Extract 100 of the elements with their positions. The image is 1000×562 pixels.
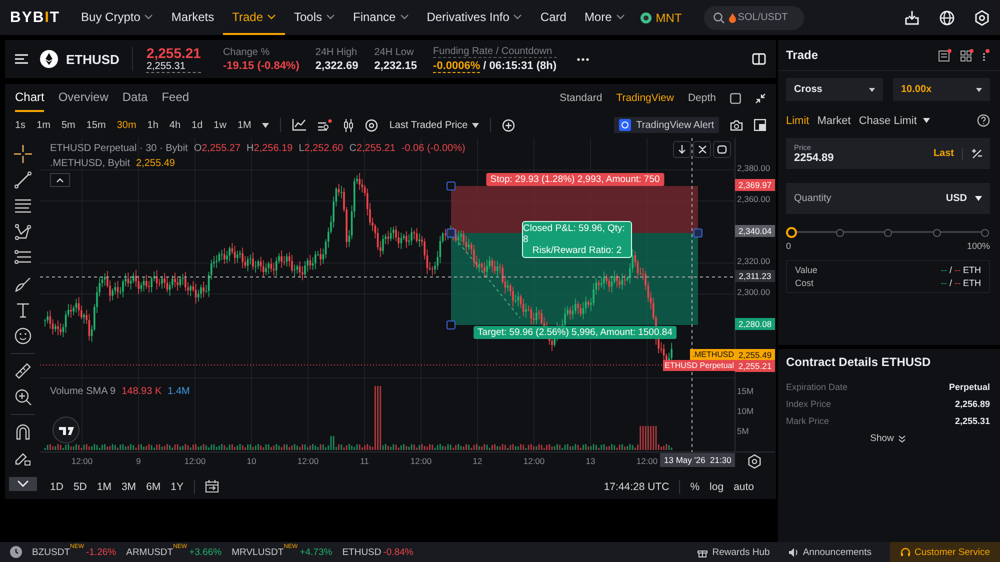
footer-link[interactable]: Rewards Hub	[712, 546, 770, 558]
interval-button[interactable]: 1d	[192, 120, 203, 130]
range-button[interactable]: 6M	[146, 480, 161, 492]
interval-button[interactable]: 1s	[15, 120, 26, 130]
range-button[interactable]: 1M	[96, 480, 112, 492]
globe-icon[interactable]	[939, 10, 955, 26]
symbol-name[interactable]: ETHUSD	[66, 52, 120, 66]
kebab-menu-icon[interactable]	[982, 48, 990, 62]
indicators-icon[interactable]	[317, 118, 332, 132]
crosshair-icon[interactable]	[14, 145, 32, 163]
range-button[interactable]: 5D	[73, 480, 87, 492]
margin-mode-select[interactable]: Cross	[786, 78, 883, 101]
nav-menu-item[interactable]: Buy Crypto	[72, 0, 162, 35]
handle-icon[interactable]	[446, 182, 456, 190]
collapse-legend-button[interactable]	[50, 173, 70, 187]
leverage-select[interactable]: 10.00x	[893, 78, 990, 101]
price-source-dropdown[interactable]: Last Traded Price	[389, 120, 479, 130]
ticker-symbol[interactable]: ETHUSD	[342, 546, 382, 558]
interval-button[interactable]: 1M	[237, 120, 252, 130]
chart-tab[interactable]: Overview	[58, 84, 108, 112]
pattern-icon[interactable]	[14, 223, 32, 241]
interval-button[interactable]: 1w	[214, 120, 226, 130]
calendar-icon[interactable]	[204, 480, 218, 493]
candles-icon[interactable]	[343, 118, 354, 132]
more-icon[interactable]	[576, 58, 589, 60]
settings-icon[interactable]	[747, 454, 762, 469]
caret-icon[interactable]	[262, 122, 270, 128]
interval-button[interactable]: 4h	[169, 120, 181, 130]
chart-tab[interactable]: Feed	[162, 84, 190, 112]
range-button[interactable]: 1D	[50, 480, 64, 492]
customer-service-button[interactable]: Customer Service	[890, 542, 1000, 562]
view-tab[interactable]: TradingView	[616, 92, 674, 104]
position-risk-zone[interactable]	[451, 186, 698, 233]
interval-button[interactable]: 30m	[116, 120, 136, 130]
nav-menu-item[interactable]: Trade	[223, 0, 285, 35]
scale-option[interactable]: log	[710, 480, 724, 492]
handle-icon[interactable]	[446, 228, 456, 238]
download-icon[interactable]	[904, 10, 920, 26]
menu-icon[interactable]	[15, 54, 28, 64]
nav-menu-item[interactable]: Finance	[344, 0, 418, 35]
token-link[interactable]: MNT	[656, 10, 682, 24]
search-field[interactable]: SOL/USDT	[704, 6, 804, 30]
horizontal-lines-icon[interactable]	[14, 197, 32, 215]
unit-select[interactable]: USD	[946, 193, 967, 204]
chart-logo-icon[interactable]	[52, 416, 80, 444]
smiley-icon[interactable]	[14, 327, 32, 345]
interval-button[interactable]: 1m	[36, 120, 50, 130]
last-price-link[interactable]: Last	[933, 148, 954, 159]
brush-icon[interactable]	[14, 275, 32, 293]
checkbox-icon[interactable]	[730, 92, 741, 104]
ticker-symbol[interactable]: ARMUSDT	[126, 546, 174, 558]
ticker-symbol[interactable]: MRVLUSDT	[232, 546, 284, 558]
show-more-button[interactable]: Show	[870, 433, 906, 444]
logo[interactable]: BYBIT	[10, 9, 60, 26]
interval-button[interactable]: 15m	[86, 120, 106, 130]
ruler-icon[interactable]	[14, 362, 32, 380]
scale-option[interactable]: auto	[734, 480, 754, 492]
layout-icon[interactable]	[754, 119, 766, 131]
collapse-toolbar-button[interactable]	[8, 477, 36, 491]
zoom-icon[interactable]	[14, 388, 32, 406]
collapse-button[interactable]	[693, 141, 711, 158]
magnet-icon[interactable]	[14, 423, 32, 441]
nav-menu-item[interactable]: Derivatives Info	[418, 0, 532, 35]
nav-menu-item[interactable]: More	[575, 0, 634, 35]
help-icon[interactable]	[977, 114, 990, 127]
view-tab[interactable]: Depth	[688, 92, 716, 104]
caret-icon[interactable]	[975, 196, 982, 201]
collapse-icon[interactable]	[755, 92, 766, 104]
interval-button[interactable]: 1h	[147, 120, 158, 130]
trend-line-icon[interactable]	[14, 171, 32, 189]
reset-view-button[interactable]	[713, 141, 731, 158]
target-icon[interactable]	[365, 118, 378, 132]
order-type-tab[interactable]: Chase Limit	[858, 114, 930, 126]
range-button[interactable]: 3M	[121, 480, 136, 492]
scale-option[interactable]: %	[690, 480, 700, 492]
ticker-symbol[interactable]: BZUSDT	[32, 546, 70, 558]
range-button[interactable]: 1Y	[170, 480, 184, 492]
line-chart-icon[interactable]	[292, 119, 306, 131]
interval-button[interactable]: 5m	[61, 120, 76, 130]
footer-link[interactable]: Announcements	[802, 546, 872, 558]
camera-icon[interactable]	[730, 120, 743, 130]
chart-tab[interactable]: Chart	[15, 84, 44, 112]
clock-icon[interactable]	[10, 546, 22, 558]
panel-icon[interactable]	[752, 53, 766, 65]
grid-icon[interactable]	[960, 48, 974, 62]
scroll-down-button[interactable]	[673, 141, 691, 158]
calculator-icon[interactable]	[938, 48, 952, 62]
chart-tab[interactable]: Data	[122, 84, 148, 112]
add-circle-icon[interactable]	[502, 118, 515, 132]
nav-menu-item[interactable]: Tools	[285, 0, 344, 35]
quantity-slider[interactable]	[786, 227, 990, 238]
percent-plus-icon[interactable]	[971, 148, 982, 159]
nav-menu-item[interactable]: Card	[531, 0, 576, 35]
order-type-tab[interactable]: Limit	[786, 114, 810, 126]
fib-lines-icon[interactable]	[14, 249, 32, 267]
view-tab[interactable]: Standard	[560, 92, 602, 104]
alert-button[interactable]: TradingView Alert	[614, 117, 719, 133]
nav-menu-item[interactable]: Markets	[162, 0, 224, 35]
handle-icon[interactable]	[694, 228, 702, 238]
handle-icon[interactable]	[446, 320, 456, 330]
